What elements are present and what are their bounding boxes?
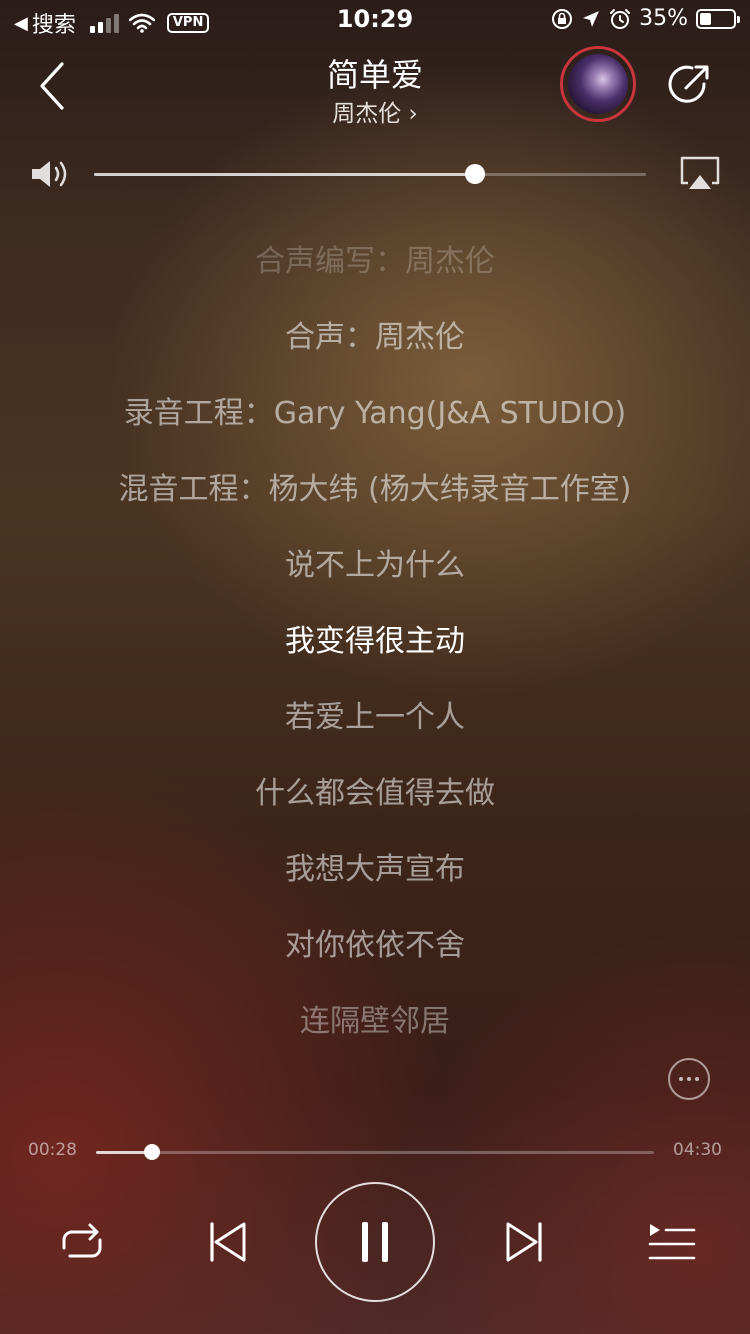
lyric-line[interactable]: 合声编写：周杰伦 — [0, 240, 750, 316]
status-right: 35% — [551, 6, 740, 31]
next-icon[interactable] — [494, 1210, 554, 1274]
progress-bar[interactable] — [96, 1151, 654, 1154]
lyric-line[interactable]: 若爱上一个人 — [0, 696, 750, 772]
battery-icon — [696, 8, 740, 29]
volume-slider-knob[interactable] — [464, 164, 485, 184]
chevron-left-icon[interactable] — [32, 58, 76, 114]
lyric-line[interactable]: 我想大声宣布 — [0, 848, 750, 924]
lyric-line[interactable]: 合声：周杰伦 — [0, 316, 750, 392]
lyric-line[interactable]: 混音工程：杨大纬 (杨大纬录音工作室) — [0, 468, 750, 544]
lyrics-panel[interactable]: 合声编写：周杰伦 合声：周杰伦 录音工程：Gary Yang(J&A STUDI… — [0, 240, 750, 1076]
rotation-lock-icon — [552, 8, 573, 29]
volume-slider-fill — [94, 173, 475, 176]
artist-avatar[interactable] — [560, 46, 636, 122]
share-icon[interactable] — [666, 62, 712, 108]
artist-name[interactable]: 周杰伦 — [332, 101, 401, 127]
status-bar: ◀ 搜索 VPN 10:29 35% — [0, 0, 750, 40]
song-title: 简单爱 — [326, 56, 423, 94]
battery-percent: 35% — [639, 6, 688, 31]
progress-bar-knob[interactable] — [143, 1144, 160, 1160]
airplay-icon[interactable] — [678, 155, 722, 193]
pause-button[interactable] — [315, 1182, 435, 1302]
lyric-line[interactable]: 连隔壁邻居 — [0, 1000, 750, 1076]
speaker-icon[interactable] — [30, 157, 72, 191]
lyric-line[interactable]: 什么都会值得去做 — [0, 772, 750, 848]
lyric-line[interactable]: 录音工程：Gary Yang(J&A STUDIO) — [0, 392, 750, 468]
pause-icon — [362, 1222, 388, 1262]
total-time: 04:30 — [673, 1140, 722, 1160]
lyric-line[interactable]: 说不上为什么 — [0, 544, 750, 620]
current-time: 00:28 — [28, 1140, 77, 1160]
lyric-line[interactable]: 对你依依不舍 — [0, 924, 750, 1000]
repeat-icon[interactable] — [50, 1210, 110, 1274]
chevron-right-icon: › — [408, 101, 418, 127]
artist-link[interactable]: 周杰伦 › — [150, 94, 600, 128]
playlist-icon[interactable] — [642, 1210, 702, 1274]
location-icon — [583, 10, 600, 27]
current-lyric-line[interactable]: 我变得很主动 — [0, 620, 750, 696]
previous-icon[interactable] — [198, 1210, 258, 1274]
more-icon[interactable] — [668, 1058, 710, 1100]
avatar-image — [568, 54, 628, 114]
alarm-icon — [610, 8, 631, 29]
